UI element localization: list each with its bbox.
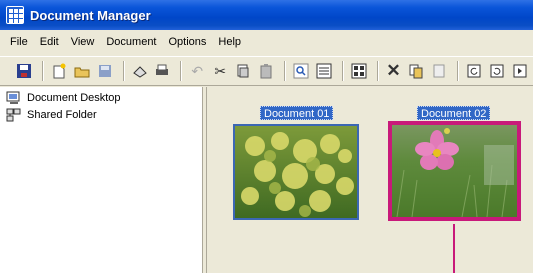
app-grid-icon bbox=[6, 6, 24, 24]
menu-view[interactable]: View bbox=[65, 36, 101, 48]
paste-icon[interactable] bbox=[256, 61, 276, 81]
thumbnail-view-icon[interactable] bbox=[349, 61, 369, 81]
window-title: Document Manager bbox=[30, 7, 151, 23]
disk-icon[interactable] bbox=[95, 61, 115, 81]
folder-tree: Document Desktop Shared Folder bbox=[0, 87, 203, 273]
cut-icon[interactable]: ✂ bbox=[210, 61, 230, 81]
document-label[interactable]: Document 02 bbox=[417, 106, 491, 120]
scan-icon[interactable] bbox=[130, 61, 150, 81]
tree-item-label: Shared Folder bbox=[27, 108, 97, 121]
pane-splitter[interactable] bbox=[203, 87, 207, 273]
desktop-icon bbox=[6, 91, 22, 105]
zoom-icon[interactable] bbox=[291, 61, 311, 81]
rotate-right-icon[interactable] bbox=[487, 61, 507, 81]
open-icon[interactable] bbox=[72, 61, 92, 81]
menu-options[interactable]: Options bbox=[163, 36, 213, 48]
highlight-callout-line bbox=[453, 224, 455, 273]
document-pane: Document 01 Document 02 bbox=[208, 87, 533, 273]
new-icon[interactable] bbox=[49, 61, 69, 81]
toolbar: ↶ ✂ ✕ bbox=[0, 56, 533, 86]
rotate-left-icon[interactable] bbox=[464, 61, 484, 81]
toolbar-separator bbox=[457, 61, 460, 81]
workspace: Document Desktop Shared Folder Document … bbox=[0, 87, 533, 273]
tree-item-document-desktop[interactable]: Document Desktop bbox=[0, 89, 202, 106]
toolbar-separator bbox=[376, 61, 379, 81]
next-icon[interactable] bbox=[510, 61, 530, 81]
copy-doc-icon[interactable] bbox=[406, 61, 426, 81]
title-bar: Document Manager bbox=[0, 0, 533, 30]
tree-item-shared-folder[interactable]: Shared Folder bbox=[0, 106, 202, 123]
menu-file[interactable]: File bbox=[4, 36, 34, 48]
undo-icon[interactable]: ↶ bbox=[187, 61, 207, 81]
document-label[interactable]: Document 01 bbox=[260, 106, 334, 120]
toolbar-separator bbox=[180, 61, 183, 81]
yellow-flowers-image bbox=[235, 126, 357, 218]
save-icon[interactable] bbox=[14, 61, 34, 81]
toolbar-separator bbox=[41, 61, 44, 81]
menu-document[interactable]: Document bbox=[100, 36, 162, 48]
pink-cosmos-image bbox=[392, 125, 517, 217]
toolbar-separator bbox=[122, 61, 125, 81]
document-thumbnail-selected[interactable] bbox=[388, 121, 521, 221]
delete-icon[interactable]: ✕ bbox=[384, 61, 404, 81]
menu-edit[interactable]: Edit bbox=[34, 36, 65, 48]
menu-help[interactable]: Help bbox=[212, 36, 247, 48]
tree-item-label: Document Desktop bbox=[27, 91, 121, 104]
shared-folder-icon bbox=[6, 108, 22, 122]
list-view-icon[interactable] bbox=[314, 61, 334, 81]
print-icon[interactable] bbox=[152, 61, 172, 81]
properties-icon[interactable] bbox=[429, 61, 449, 81]
copy-icon[interactable] bbox=[233, 61, 253, 81]
menu-bar: File Edit View Document Options Help bbox=[0, 30, 533, 54]
toolbar-separator bbox=[283, 61, 286, 81]
document-thumbnail[interactable] bbox=[233, 124, 359, 220]
toolbar-separator bbox=[341, 61, 344, 81]
